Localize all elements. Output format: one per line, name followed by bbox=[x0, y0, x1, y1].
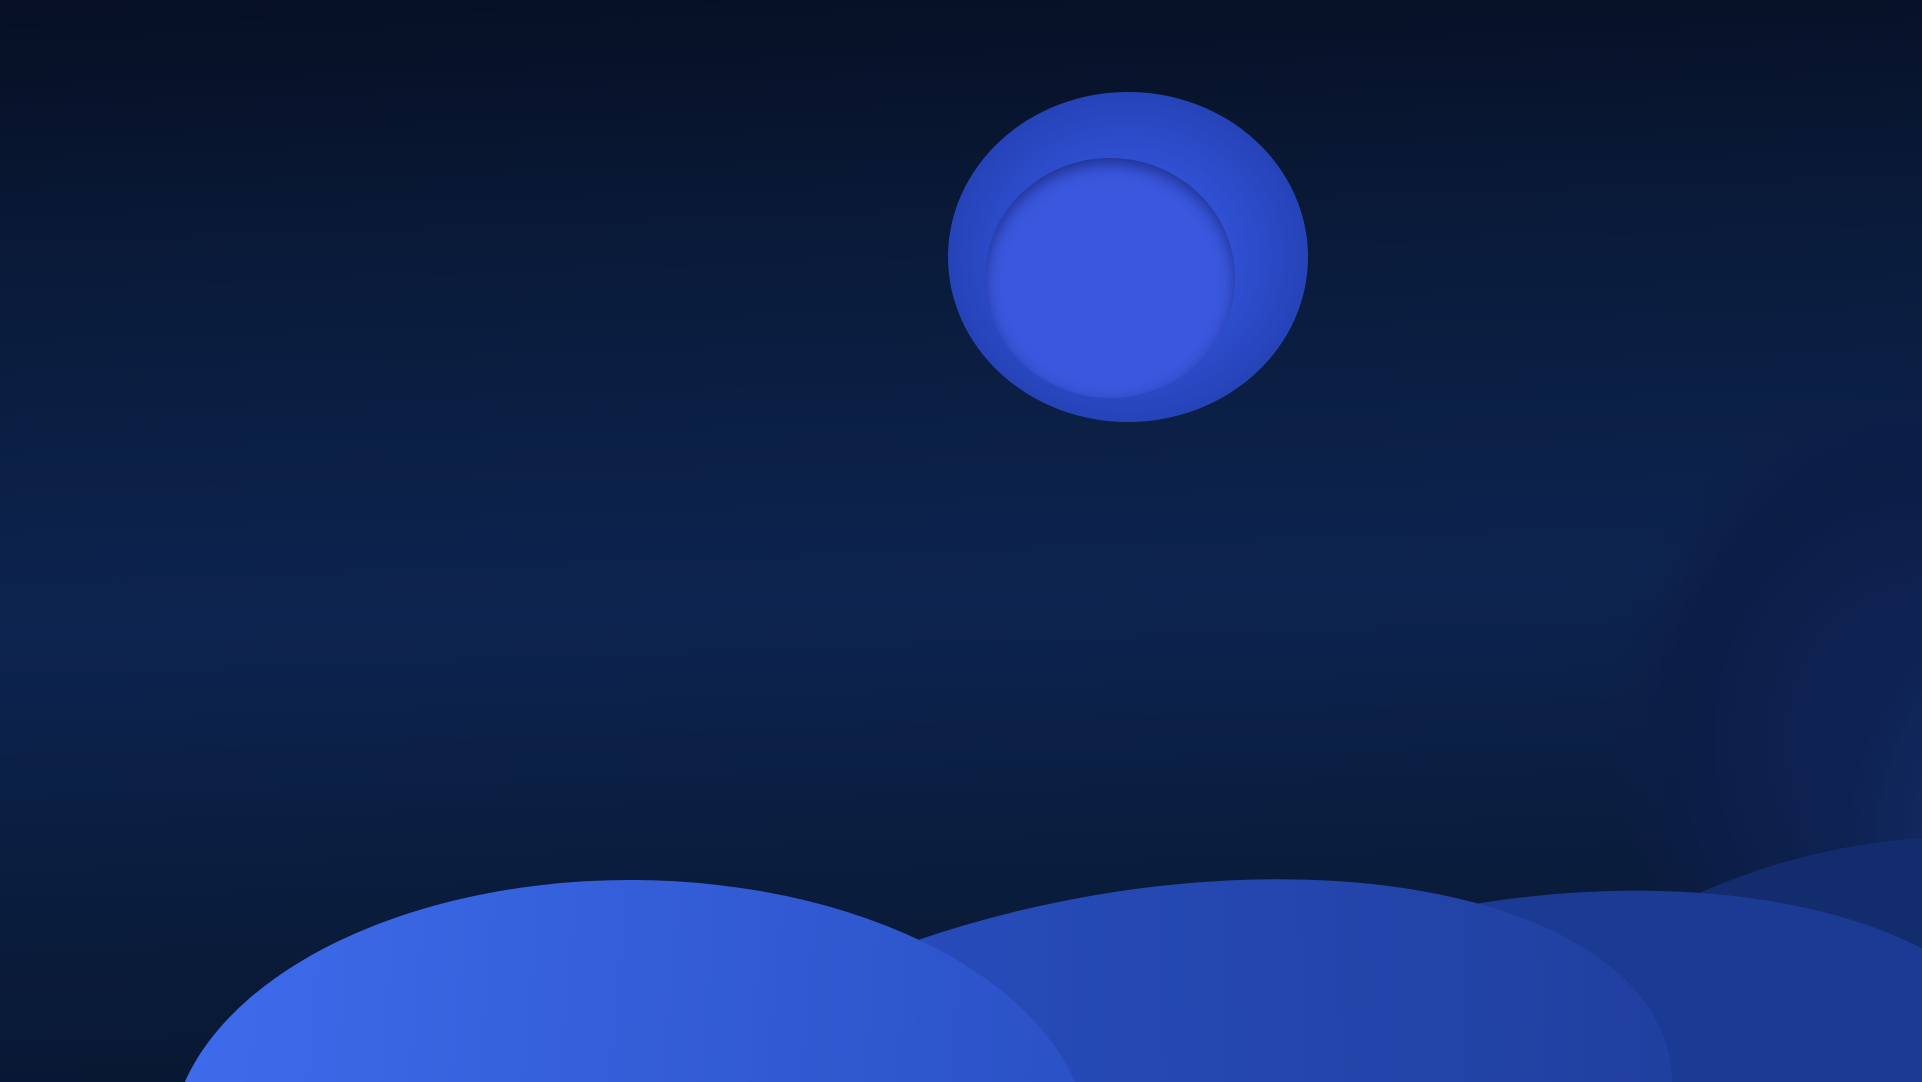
wallpaper-petal bbox=[170, 880, 1090, 1082]
desktop-wallpaper bbox=[0, 0, 1922, 1082]
desktop: ← Settings — ✕ tashreef shareef bbox=[0, 0, 1922, 1082]
wallpaper-petal bbox=[985, 158, 1235, 398]
